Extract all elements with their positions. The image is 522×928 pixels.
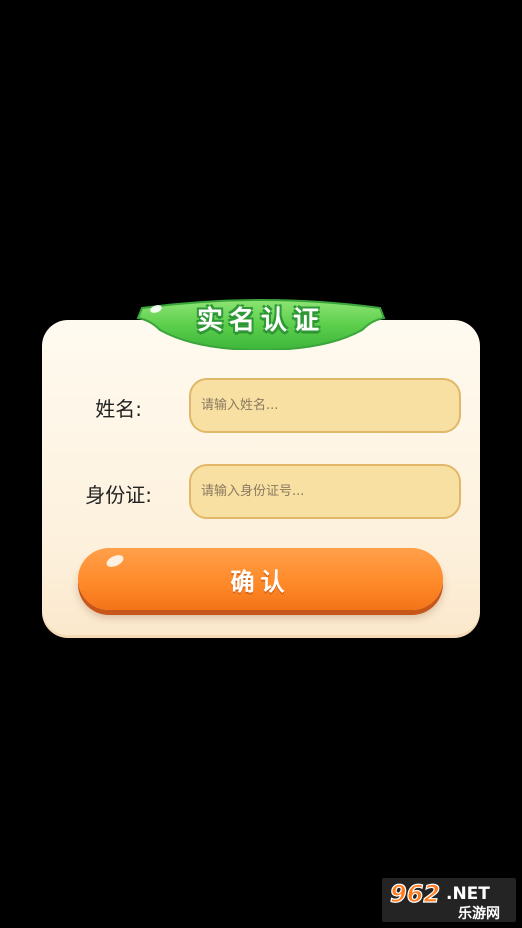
watermark-suffix: .NET xyxy=(446,884,490,904)
watermark-subtitle: 乐游网 xyxy=(458,905,500,922)
gloss-shine-icon xyxy=(104,552,126,570)
site-watermark: 962 .NET 乐游网 xyxy=(382,878,516,922)
name-input[interactable] xyxy=(189,378,461,433)
confirm-label: 确认 xyxy=(230,567,291,596)
watermark-number: 962 xyxy=(390,880,440,908)
screen: 实名认证 姓名: 身份证: 确认 962 .NET 乐游网 xyxy=(0,0,522,928)
watermark-logo-icon: 962 .NET 乐游网 xyxy=(382,878,516,922)
id-card-label: 身份证: xyxy=(85,483,152,507)
dialog-title: 实名认证 xyxy=(196,306,325,336)
id-card-input[interactable] xyxy=(189,464,461,519)
confirm-button[interactable]: 确认 xyxy=(78,548,443,610)
name-label: 姓名: xyxy=(95,397,142,421)
title-ribbon: 实名认证 xyxy=(136,294,386,350)
